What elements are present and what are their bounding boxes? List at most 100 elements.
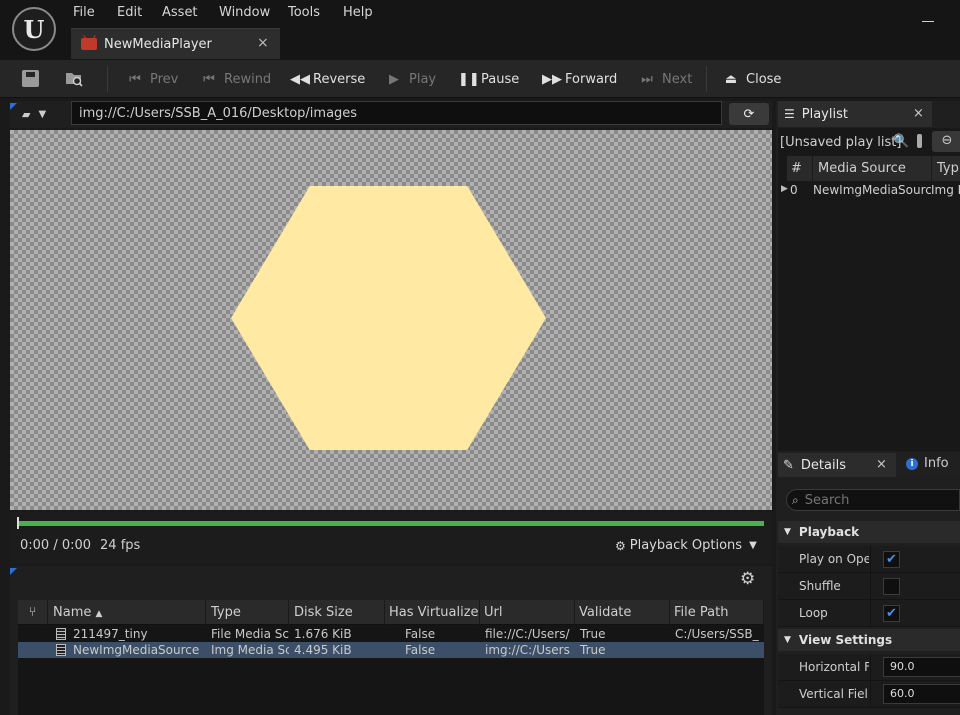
col-validate[interactable]: Validate: [575, 600, 670, 625]
chevron-down-icon: ▼: [38, 108, 47, 120]
cell-file-path: C:/Users/SSB_: [675, 627, 759, 641]
forward-label: Forward: [565, 71, 618, 87]
next-button[interactable]: ⏭ Next: [639, 69, 692, 89]
history-icon[interactable]: ⊖: [932, 131, 960, 152]
pause-icon: ❚❚: [458, 71, 480, 87]
collapse-arrow-icon: ▼: [784, 635, 791, 645]
pause-button[interactable]: ❚❚ Pause: [458, 69, 519, 89]
playlist-row[interactable]: ▶ 0 NewImgMediaSource Img I: [779, 183, 960, 199]
info-tab-label: Info: [924, 456, 949, 471]
playback-options-label: Playback Options: [629, 538, 743, 553]
col-name[interactable]: Name ▲: [49, 600, 206, 625]
prop-horizontal-fov: Horizontal Fi... 90.0: [778, 654, 960, 681]
pl-cell-type: Img I: [931, 183, 960, 197]
rewind-label: Rewind: [224, 71, 272, 87]
shuffle-checkbox[interactable]: [883, 578, 900, 595]
prop-divider: [870, 654, 871, 681]
prop-divider: [870, 600, 871, 627]
col-file-path[interactable]: File Path: [670, 600, 764, 625]
menu-tools[interactable]: Tools: [288, 5, 320, 21]
reload-button[interactable]: ⟳: [729, 103, 769, 125]
table-header: ⑂ Name ▲ Type Disk Size Has Virtualized …: [18, 600, 764, 625]
play-label: Play: [409, 71, 437, 87]
rewind-button[interactable]: ⏮ Rewind: [201, 69, 271, 89]
play-on-open-checkbox[interactable]: ✔: [883, 551, 900, 568]
drag-handle-icon[interactable]: [917, 134, 922, 148]
cell-file-path: [671, 642, 764, 658]
cell-disk-size: 1.676 KiB: [294, 627, 352, 641]
details-tab-label: Details: [800, 457, 846, 473]
url-input[interactable]: [71, 101, 722, 125]
media-preview-image: [231, 186, 546, 450]
details-tab[interactable]: ✎ Details ×: [778, 453, 896, 477]
col-has-virtualized[interactable]: Has Virtualized: [385, 600, 480, 625]
prop-divider: [870, 546, 871, 573]
eject-icon: ⏏: [724, 71, 738, 87]
refresh-icon: ⟳: [743, 106, 755, 122]
search-icon[interactable]: 🔍: [893, 134, 909, 149]
document-tab[interactable]: NewMediaPlayer ×: [71, 28, 280, 59]
save-icon[interactable]: [22, 70, 39, 87]
menu-file[interactable]: File: [73, 5, 95, 21]
close-icon[interactable]: ×: [876, 457, 887, 472]
prop-divider: [870, 573, 871, 600]
playlist-tab-label: Playlist: [801, 106, 848, 122]
close-icon[interactable]: ×: [913, 106, 924, 121]
pl-col-type[interactable]: Typ: [933, 156, 960, 181]
details-search-input[interactable]: [804, 492, 945, 508]
toolbar-separator: [706, 66, 707, 92]
col-disk-size[interactable]: Disk Size: [290, 600, 385, 625]
playback-section-label: Playback: [798, 525, 860, 539]
prop-play-on-open: Play on Open ✔: [778, 546, 960, 573]
file-icon: [56, 644, 66, 656]
horizontal-fov-field[interactable]: 90.0: [883, 657, 960, 677]
timeline-scrubber[interactable]: [17, 521, 764, 526]
source-control-icon[interactable]: ⑂: [18, 600, 48, 625]
menu-edit[interactable]: Edit: [117, 5, 142, 21]
playback-section-header[interactable]: ▼ Playback: [778, 521, 960, 543]
playlist-tab[interactable]: ☰ Playlist ×: [778, 101, 932, 127]
document-tab-label: NewMediaPlayer: [104, 37, 212, 52]
media-viewport: [10, 130, 772, 510]
view-settings-section-label: View Settings: [798, 633, 893, 647]
view-settings-section-header[interactable]: ▼ View Settings: [778, 629, 960, 651]
prop-divider: [870, 681, 871, 708]
col-url[interactable]: Url: [480, 600, 575, 625]
close-tab-icon[interactable]: ×: [257, 35, 269, 51]
reverse-button[interactable]: ◀◀ Reverse: [290, 69, 365, 89]
col-type[interactable]: Type: [207, 600, 289, 625]
pl-col-media-source[interactable]: Media Source: [814, 156, 932, 181]
info-tab[interactable]: i Info: [906, 456, 949, 471]
menu-window[interactable]: Window: [219, 5, 270, 21]
unreal-logo-icon[interactable]: U: [12, 7, 56, 51]
playhead[interactable]: [17, 517, 19, 529]
expand-arrow-icon[interactable]: ▶: [781, 184, 788, 194]
pause-label: Pause: [481, 71, 520, 87]
table-row-selected[interactable]: NewImgMediaSource Img Media Sc 4.495 KiB…: [18, 642, 764, 658]
menu-asset[interactable]: Asset: [162, 5, 198, 21]
playback-options-dropdown[interactable]: ⚙ Playback Options ▼: [615, 538, 757, 553]
loop-checkbox[interactable]: ✔: [883, 605, 900, 622]
cell-has-virtualized: False: [405, 627, 436, 641]
prev-button[interactable]: ⏮ Prev: [127, 69, 178, 89]
details-search[interactable]: ⌕: [786, 489, 960, 511]
browse-asset-icon[interactable]: [65, 69, 83, 87]
close-media-button[interactable]: ⏏ Close: [723, 69, 782, 89]
play-icon: ▶: [389, 71, 399, 87]
open-folder-button[interactable]: ▰ ▼: [12, 104, 58, 124]
close-label: Close: [746, 71, 782, 87]
table-row[interactable]: 211497_tiny File Media Sc 1.676 KiB Fals…: [18, 626, 764, 642]
cell-url: img://C:/Users: [485, 643, 570, 657]
pl-col-index[interactable]: #: [787, 156, 813, 181]
fps-readout: 24 fps: [100, 538, 141, 553]
cell-has-virtualized: False: [405, 643, 436, 657]
forward-button[interactable]: ▶▶ Forward: [542, 69, 617, 89]
settings-gear-icon[interactable]: ⚙: [740, 569, 755, 589]
play-button[interactable]: ▶ Play: [386, 69, 436, 89]
vertical-fov-field[interactable]: 60.0: [883, 684, 960, 704]
menu-help[interactable]: Help: [343, 5, 373, 21]
minimize-icon[interactable]: [922, 8, 934, 22]
playlist-name: [Unsaved play list]: [780, 135, 902, 150]
search-icon: ⌕: [792, 492, 799, 507]
prop-label: Loop: [799, 606, 828, 620]
